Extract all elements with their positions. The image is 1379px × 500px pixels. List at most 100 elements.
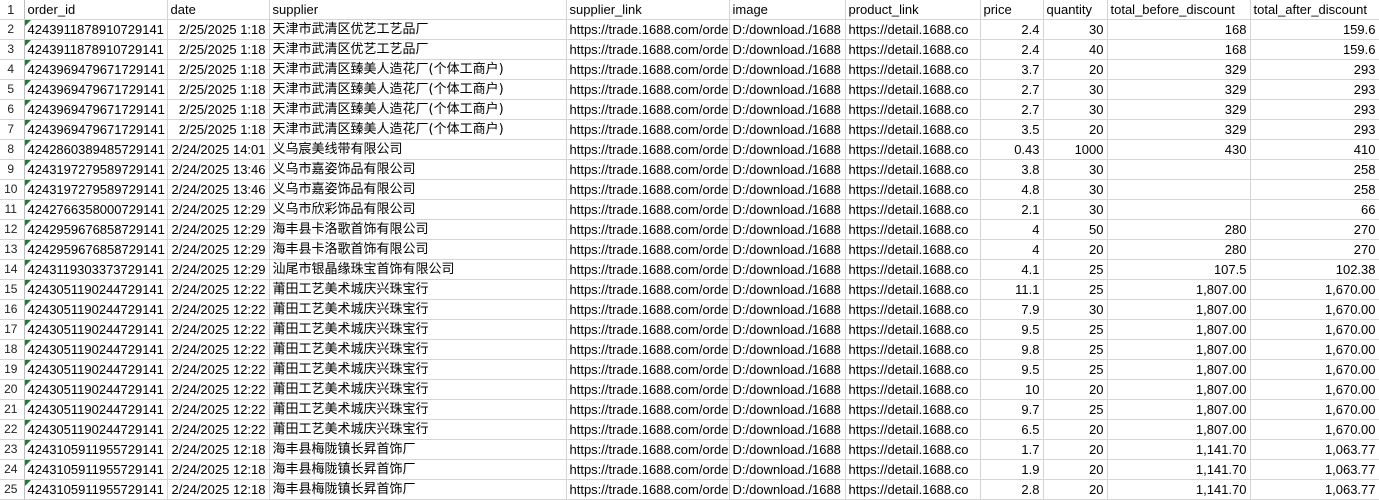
cell-product-link[interactable]: https://detail.1688.co bbox=[845, 219, 981, 240]
cell-supplier-link[interactable]: https://trade.1688.com/order bbox=[566, 79, 730, 100]
cell-image[interactable]: D:/download./1688 bbox=[729, 279, 846, 300]
cell-product-link[interactable]: https://detail.1688.co bbox=[845, 439, 981, 460]
cell-supplier[interactable]: 莆田工艺美术城庆兴珠宝行 bbox=[269, 359, 567, 380]
cell-price[interactable]: 7.9 bbox=[980, 299, 1044, 320]
cell-price[interactable]: 2.4 bbox=[980, 39, 1044, 60]
cell-quantity[interactable]: 20 bbox=[1043, 239, 1108, 260]
cell-date[interactable]: 2/25/2025 1:18 bbox=[167, 119, 270, 140]
column-header-date[interactable]: date bbox=[167, 0, 270, 20]
cell-date[interactable]: 2/25/2025 1:18 bbox=[167, 79, 270, 100]
cell-supplier[interactable]: 天津市武清区臻美人造花厂(个体工商户) bbox=[269, 119, 567, 140]
cell-supplier-link[interactable]: https://trade.1688.com/order bbox=[566, 399, 730, 420]
cell-supplier-link[interactable]: https://trade.1688.com/order bbox=[566, 139, 730, 160]
cell-supplier[interactable]: 海丰县卡洛歌首饰有限公司 bbox=[269, 239, 567, 260]
cell-total-before-discount[interactable]: 1,807.00 bbox=[1107, 299, 1251, 320]
cell-price[interactable]: 11.1 bbox=[980, 279, 1044, 300]
row-number[interactable]: 10 bbox=[0, 179, 25, 200]
cell-date[interactable]: 2/24/2025 13:46 bbox=[167, 159, 270, 180]
cell-quantity[interactable]: 40 bbox=[1043, 39, 1108, 60]
cell-total-after-discount[interactable]: 66 bbox=[1250, 199, 1379, 220]
cell-product-link[interactable]: https://detail.1688.co bbox=[845, 39, 981, 60]
row-number[interactable]: 9 bbox=[0, 159, 25, 180]
cell-supplier[interactable]: 义乌市嘉姿饰品有限公司 bbox=[269, 179, 567, 200]
cell-total-after-discount[interactable]: 1,670.00 bbox=[1250, 319, 1379, 340]
cell-date[interactable]: 2/24/2025 12:29 bbox=[167, 259, 270, 280]
row-number[interactable]: 19 bbox=[0, 359, 25, 380]
cell-product-link[interactable]: https://detail.1688.co bbox=[845, 279, 981, 300]
cell-date[interactable]: 2/24/2025 12:22 bbox=[167, 319, 270, 340]
cell-price[interactable]: 4.1 bbox=[980, 259, 1044, 280]
cell-quantity[interactable]: 20 bbox=[1043, 459, 1108, 480]
cell-image[interactable]: D:/download./1688 bbox=[729, 39, 846, 60]
cell-product-link[interactable]: https://detail.1688.co bbox=[845, 19, 981, 40]
cell-total-after-discount[interactable]: 258 bbox=[1250, 179, 1379, 200]
cell-supplier[interactable]: 义乌市欣彩饰品有限公司 bbox=[269, 199, 567, 220]
cell-image[interactable]: D:/download./1688 bbox=[729, 119, 846, 140]
column-header-image[interactable]: image bbox=[729, 0, 846, 20]
column-header-quantity[interactable]: quantity bbox=[1043, 0, 1108, 20]
cell-order-id[interactable]: 4243051190244729141 bbox=[24, 319, 168, 340]
cell-image[interactable]: D:/download./1688 bbox=[729, 79, 846, 100]
cell-quantity[interactable]: 20 bbox=[1043, 439, 1108, 460]
cell-total-before-discount[interactable]: 329 bbox=[1107, 59, 1251, 80]
cell-order-id[interactable]: 4243105911955729141 bbox=[24, 459, 168, 480]
cell-date[interactable]: 2/24/2025 12:22 bbox=[167, 359, 270, 380]
cell-quantity[interactable]: 30 bbox=[1043, 199, 1108, 220]
row-number[interactable]: 4 bbox=[0, 59, 25, 80]
cell-price[interactable]: 2.7 bbox=[980, 79, 1044, 100]
cell-total-after-discount[interactable]: 1,063.77 bbox=[1250, 459, 1379, 480]
cell-order-id[interactable]: 4243197279589729141 bbox=[24, 159, 168, 180]
cell-date[interactable]: 2/24/2025 12:22 bbox=[167, 299, 270, 320]
cell-date[interactable]: 2/24/2025 14:01 bbox=[167, 139, 270, 160]
cell-product-link[interactable]: https://detail.1688.co bbox=[845, 299, 981, 320]
cell-total-after-discount[interactable]: 1,670.00 bbox=[1250, 399, 1379, 420]
cell-price[interactable]: 3.7 bbox=[980, 59, 1044, 80]
cell-supplier-link[interactable]: https://trade.1688.com/order bbox=[566, 119, 730, 140]
cell-date[interactable]: 2/24/2025 12:22 bbox=[167, 279, 270, 300]
cell-total-after-discount[interactable]: 159.6 bbox=[1250, 19, 1379, 40]
cell-product-link[interactable]: https://detail.1688.co bbox=[845, 119, 981, 140]
cell-total-before-discount[interactable]: 1,807.00 bbox=[1107, 279, 1251, 300]
cell-quantity[interactable]: 30 bbox=[1043, 159, 1108, 180]
cell-order-id[interactable]: 4243119303373729141 bbox=[24, 259, 168, 280]
cell-total-after-discount[interactable]: 1,670.00 bbox=[1250, 419, 1379, 440]
cell-quantity[interactable]: 25 bbox=[1043, 399, 1108, 420]
cell-product-link[interactable]: https://detail.1688.co bbox=[845, 59, 981, 80]
cell-product-link[interactable]: https://detail.1688.co bbox=[845, 239, 981, 260]
cell-quantity[interactable]: 25 bbox=[1043, 259, 1108, 280]
cell-supplier[interactable]: 海丰县卡洛歌首饰有限公司 bbox=[269, 219, 567, 240]
cell-total-before-discount[interactable]: 168 bbox=[1107, 39, 1251, 60]
cell-total-before-discount[interactable]: 329 bbox=[1107, 99, 1251, 120]
cell-supplier-link[interactable]: https://trade.1688.com/order bbox=[566, 179, 730, 200]
cell-supplier[interactable]: 莆田工艺美术城庆兴珠宝行 bbox=[269, 419, 567, 440]
cell-supplier[interactable]: 莆田工艺美术城庆兴珠宝行 bbox=[269, 299, 567, 320]
row-number[interactable]: 1 bbox=[0, 0, 25, 20]
cell-supplier[interactable]: 莆田工艺美术城庆兴珠宝行 bbox=[269, 379, 567, 400]
cell-image[interactable]: D:/download./1688 bbox=[729, 379, 846, 400]
cell-total-after-discount[interactable]: 293 bbox=[1250, 99, 1379, 120]
cell-quantity[interactable]: 20 bbox=[1043, 419, 1108, 440]
cell-order-id[interactable]: 4243969479671729141 bbox=[24, 59, 168, 80]
cell-order-id[interactable]: 4243051190244729141 bbox=[24, 299, 168, 320]
cell-supplier[interactable]: 海丰县梅陇镇长昇首饰厂 bbox=[269, 439, 567, 460]
cell-order-id[interactable]: 4242766358000729141 bbox=[24, 199, 168, 220]
column-header-supplier-link[interactable]: supplier_link bbox=[566, 0, 730, 20]
cell-price[interactable]: 3.8 bbox=[980, 159, 1044, 180]
cell-supplier[interactable]: 莆田工艺美术城庆兴珠宝行 bbox=[269, 399, 567, 420]
cell-product-link[interactable]: https://detail.1688.co bbox=[845, 399, 981, 420]
cell-total-after-discount[interactable]: 270 bbox=[1250, 239, 1379, 260]
cell-image[interactable]: D:/download./1688 bbox=[729, 239, 846, 260]
cell-image[interactable]: D:/download./1688 bbox=[729, 159, 846, 180]
row-number[interactable]: 3 bbox=[0, 39, 25, 60]
cell-image[interactable]: D:/download./1688 bbox=[729, 19, 846, 40]
cell-date[interactable]: 2/24/2025 12:22 bbox=[167, 339, 270, 360]
column-header-price[interactable]: price bbox=[980, 0, 1044, 20]
row-number[interactable]: 11 bbox=[0, 199, 25, 220]
cell-product-link[interactable]: https://detail.1688.co bbox=[845, 339, 981, 360]
column-header-total-after-discount[interactable]: total_after_discount bbox=[1250, 0, 1379, 20]
cell-quantity[interactable]: 20 bbox=[1043, 59, 1108, 80]
cell-total-after-discount[interactable]: 1,670.00 bbox=[1250, 379, 1379, 400]
cell-price[interactable]: 0.43 bbox=[980, 139, 1044, 160]
cell-total-before-discount[interactable]: 1,807.00 bbox=[1107, 419, 1251, 440]
cell-order-id[interactable]: 4243911878910729141 bbox=[24, 19, 168, 40]
